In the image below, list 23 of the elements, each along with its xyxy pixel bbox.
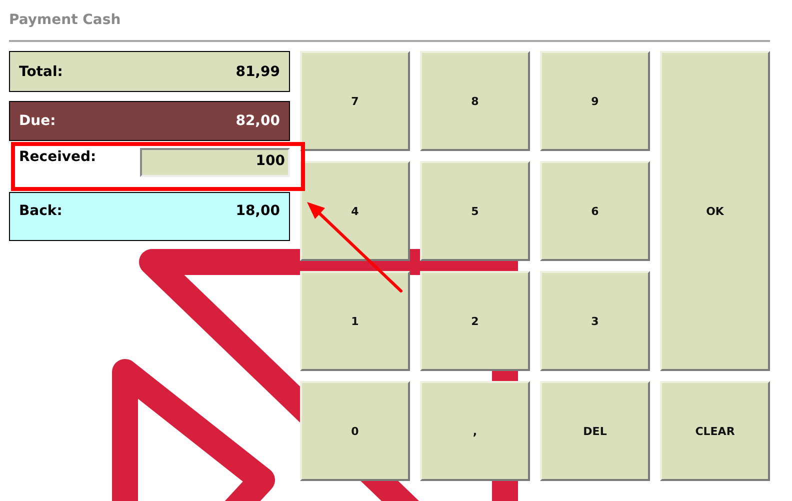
received-label: Received: <box>19 149 96 167</box>
keypad-button[interactable]: 5 <box>420 161 530 261</box>
row-label: Total: <box>19 64 63 80</box>
keypad-button[interactable]: , <box>420 381 530 481</box>
row-label: Due: <box>19 113 56 129</box>
keypad-button[interactable]: 6 <box>540 161 650 261</box>
row-amount: 81,99 <box>236 64 280 80</box>
keypad-button[interactable]: 3 <box>540 271 650 371</box>
keypad-button[interactable]: 8 <box>420 51 530 151</box>
keypad-button[interactable]: 9 <box>540 51 650 151</box>
keypad-button[interactable]: 7 <box>300 51 410 151</box>
keypad-button[interactable]: 2 <box>420 271 530 371</box>
keypad-button[interactable]: OK <box>660 51 770 371</box>
keypad-button[interactable]: 4 <box>300 161 410 261</box>
row-amount: 18,00 <box>236 203 280 221</box>
received-field[interactable]: 100 <box>140 148 290 177</box>
row-amount: 82,00 <box>236 113 280 129</box>
window-title: Payment Cash <box>9 11 121 30</box>
row-label: Back: <box>19 203 62 221</box>
keypad-button[interactable]: 0 <box>300 381 410 481</box>
keypad-button[interactable]: DEL <box>540 381 650 481</box>
keypad-button[interactable]: CLEAR <box>660 381 770 481</box>
keypad-button[interactable]: 1 <box>300 271 410 371</box>
